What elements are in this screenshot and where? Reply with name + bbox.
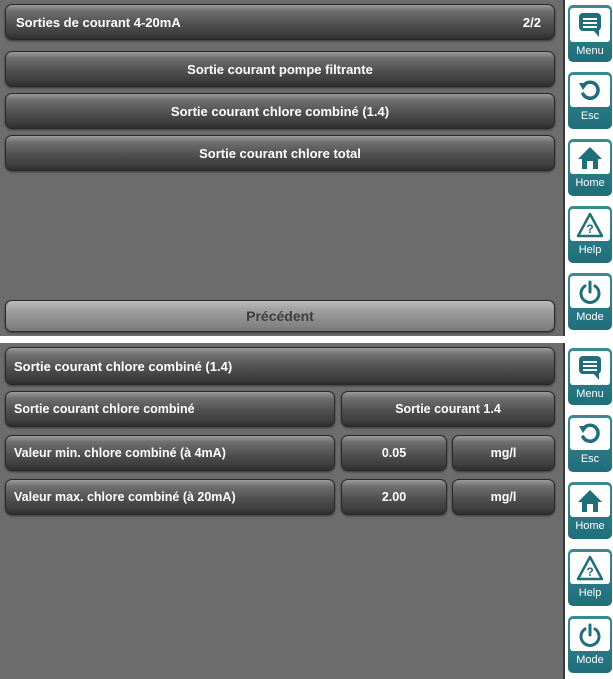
esc-button[interactable]: Esc: [568, 72, 612, 129]
page-title: Sortie courant chlore combiné (1.4): [5, 347, 555, 385]
menu-icon: [570, 351, 610, 385]
help-label: Help: [578, 244, 602, 256]
total-chlorine-output-button[interactable]: Sortie courant chlore total: [5, 135, 555, 171]
home-icon: [570, 142, 610, 174]
undo-icon: [570, 418, 610, 450]
home-button[interactable]: Home: [568, 482, 612, 539]
sidebar: Menu Esc Home ? Help Mode: [565, 0, 613, 336]
max-value-label: Valeur max. chlore combiné (à 20mA): [5, 479, 335, 515]
esc-label: Esc: [580, 453, 600, 465]
home-icon: [570, 485, 610, 517]
home-label: Home: [575, 177, 605, 189]
screen-current-outputs: Sorties de courant 4-20mA 2/2 Sortie cou…: [0, 0, 613, 336]
svg-text:?: ?: [586, 565, 593, 579]
help-warning-icon: ?: [570, 209, 610, 241]
esc-label: Esc: [580, 110, 600, 122]
mode-button[interactable]: Mode: [568, 273, 612, 330]
max-value-unit: mg/l: [452, 479, 555, 515]
esc-button[interactable]: Esc: [568, 415, 612, 472]
help-label: Help: [578, 587, 602, 599]
menu-button[interactable]: Menu: [568, 5, 612, 62]
home-label: Home: [575, 520, 605, 532]
screen-combined-chlorine-output: Sortie courant chlore combiné (1.4) Sort…: [0, 343, 613, 679]
title-bar: Sorties de courant 4-20mA 2/2: [5, 4, 555, 40]
mode-label: Mode: [576, 654, 604, 666]
min-value-label: Valeur min. chlore combiné (à 4mA): [5, 435, 335, 471]
menu-label: Menu: [576, 388, 604, 400]
output-assignment-label: Sortie courant chlore combiné: [5, 391, 335, 427]
page-title: Sorties de courant 4-20mA: [16, 14, 181, 30]
power-icon: [570, 276, 610, 308]
mode-label: Mode: [576, 311, 604, 323]
help-button[interactable]: ? Help: [568, 206, 612, 263]
sidebar: Menu Esc Home ? Help Mode: [565, 343, 613, 679]
mode-button[interactable]: Mode: [568, 616, 612, 673]
svg-text:?: ?: [586, 222, 593, 236]
home-button[interactable]: Home: [568, 139, 612, 196]
help-button[interactable]: ? Help: [568, 549, 612, 606]
page-indicator: 2/2: [522, 14, 541, 30]
menu-label: Menu: [576, 45, 604, 57]
help-warning-icon: ?: [570, 552, 610, 584]
previous-button[interactable]: Précédent: [5, 300, 555, 332]
min-value-unit: mg/l: [452, 435, 555, 471]
power-icon: [570, 619, 610, 651]
main-panel: Sorties de courant 4-20mA 2/2 Sortie cou…: [0, 0, 565, 336]
main-panel: Sortie courant chlore combiné (1.4) Sort…: [0, 343, 565, 679]
max-value-field[interactable]: 2.00: [341, 479, 447, 515]
undo-icon: [570, 75, 610, 107]
menu-button[interactable]: Menu: [568, 348, 612, 405]
combined-chlorine-output-button[interactable]: Sortie courant chlore combiné (1.4): [5, 93, 555, 129]
menu-icon: [570, 8, 610, 42]
output-assignment-value[interactable]: Sortie courant 1.4: [341, 391, 555, 427]
min-value-field[interactable]: 0.05: [341, 435, 447, 471]
filter-pump-output-button[interactable]: Sortie courant pompe filtrante: [5, 51, 555, 87]
